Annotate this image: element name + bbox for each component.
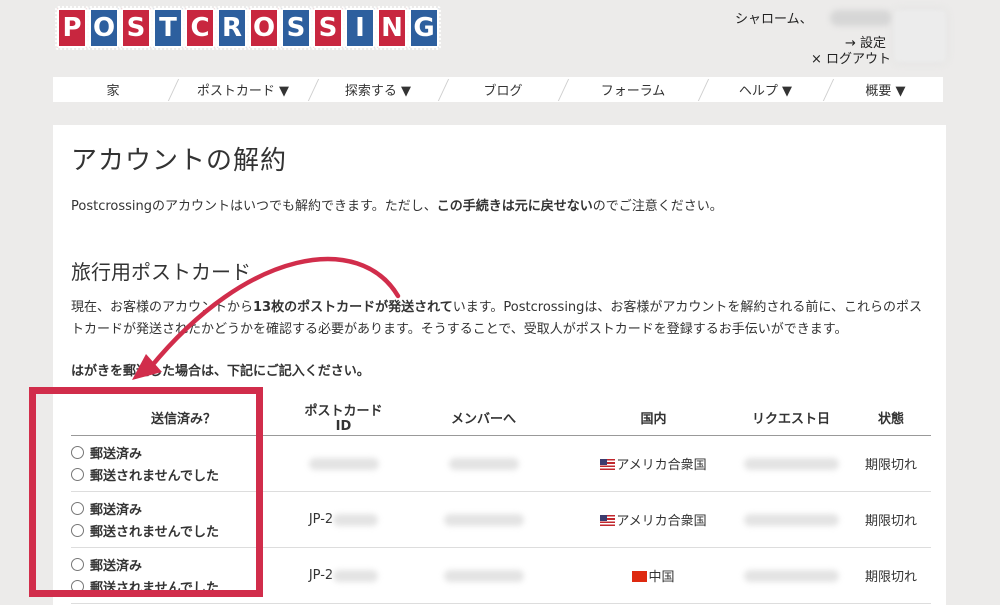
status-cell: 期限切れ [851, 435, 931, 492]
postcard-id[interactable] [296, 435, 391, 492]
nav-label: フォーラム [600, 84, 666, 99]
logo-letter: C [183, 6, 217, 50]
nav-label: ポストカード ▼ [196, 84, 290, 99]
nav-label: 探索する ▼ [344, 84, 412, 99]
nav-label: 概要 ▼ [865, 84, 906, 99]
logo-letter: I [343, 6, 377, 50]
postcard-id[interactable]: JP-2 [296, 547, 391, 604]
nav-label: 家 [106, 84, 120, 99]
logo-letter: G [407, 6, 441, 50]
user-greeting: シャローム、 [735, 12, 813, 27]
logo-letter: S [119, 6, 153, 50]
postcrossing-logo[interactable]: POSTCROSSING [55, 6, 441, 50]
redacted-date [743, 457, 839, 470]
page-title: アカウントの解約 [71, 146, 288, 176]
request-date-cell [731, 547, 851, 604]
us-flag-icon [600, 515, 616, 526]
col-header-status: 状態 [851, 399, 931, 436]
main-nav: 家 ポストカード ▼ 探索する ▼ ブログ フォーラム ヘルプ ▼ 概要 ▼ [53, 77, 943, 102]
nav-item-about[interactable]: 概要 ▼ [822, 77, 943, 102]
redacted-postcard-id [333, 569, 379, 582]
logo-letter: P [55, 6, 89, 50]
col-header-request-date: リクエスト日 [731, 399, 851, 436]
redacted-member [443, 569, 524, 582]
redacted-postcard-id [333, 513, 379, 526]
logo-letter: T [151, 6, 185, 50]
redacted-postcard-id [308, 457, 379, 470]
redacted-username [830, 10, 892, 26]
col-header-member: メンバーへ [391, 399, 576, 436]
fill-in-note: はがきを郵送した場合は、下記にご記入ください。 [71, 364, 370, 379]
status-cell: 期限切れ [851, 547, 931, 604]
logo-letter: O [247, 6, 281, 50]
redacted-member [443, 513, 524, 526]
nav-label: ブログ [483, 84, 523, 99]
request-date-cell [731, 491, 851, 548]
nav-label: ヘルプ ▼ [738, 84, 793, 99]
nav-item-explore[interactable]: 探索する ▼ [307, 77, 443, 102]
logo-letter: S [311, 6, 345, 50]
redacted-member [448, 457, 519, 470]
redacted-date [743, 569, 839, 582]
country-cell: アメリカ合衆国 [576, 491, 731, 548]
nav-item-blog[interactable]: ブログ [437, 77, 563, 102]
request-date-cell [731, 435, 851, 492]
postcard-id[interactable]: JP-2 [296, 491, 391, 548]
logo-letter: N [375, 6, 409, 50]
nav-item-forum[interactable]: フォーラム [557, 77, 703, 102]
logo-letter: R [215, 6, 249, 50]
country-cell: アメリカ合衆国 [576, 435, 731, 492]
member-cell[interactable] [391, 491, 576, 548]
logout-link[interactable]: × ログアウト [811, 48, 891, 67]
logo-letter: O [87, 6, 121, 50]
section-paragraph: 現在、お客様のアカウントから13枚のポストカードが発送されています。Postcr… [71, 300, 923, 337]
highlight-box [29, 387, 263, 597]
nav-item-help[interactable]: ヘルプ ▼ [697, 77, 828, 102]
country-cell: 中国 [576, 547, 731, 604]
col-header-country: 国内 [576, 399, 731, 436]
redacted-date [743, 513, 839, 526]
cn-flag-icon [632, 571, 648, 582]
logo-letter: S [279, 6, 313, 50]
avatar[interactable] [894, 10, 946, 62]
status-cell: 期限切れ [851, 491, 931, 548]
intro-text: Postcrossingのアカウントはいつでも解約できます。ただし、この手続きは… [71, 199, 723, 214]
section-title: 旅行用ポストカード [71, 260, 251, 284]
member-cell[interactable] [391, 547, 576, 604]
member-cell[interactable] [391, 435, 576, 492]
nav-item-home[interactable]: 家 [53, 77, 173, 102]
nav-item-postcards[interactable]: ポストカード ▼ [167, 77, 313, 102]
col-header-postcard-id: ポストカードID [296, 399, 391, 436]
us-flag-icon [600, 459, 616, 470]
